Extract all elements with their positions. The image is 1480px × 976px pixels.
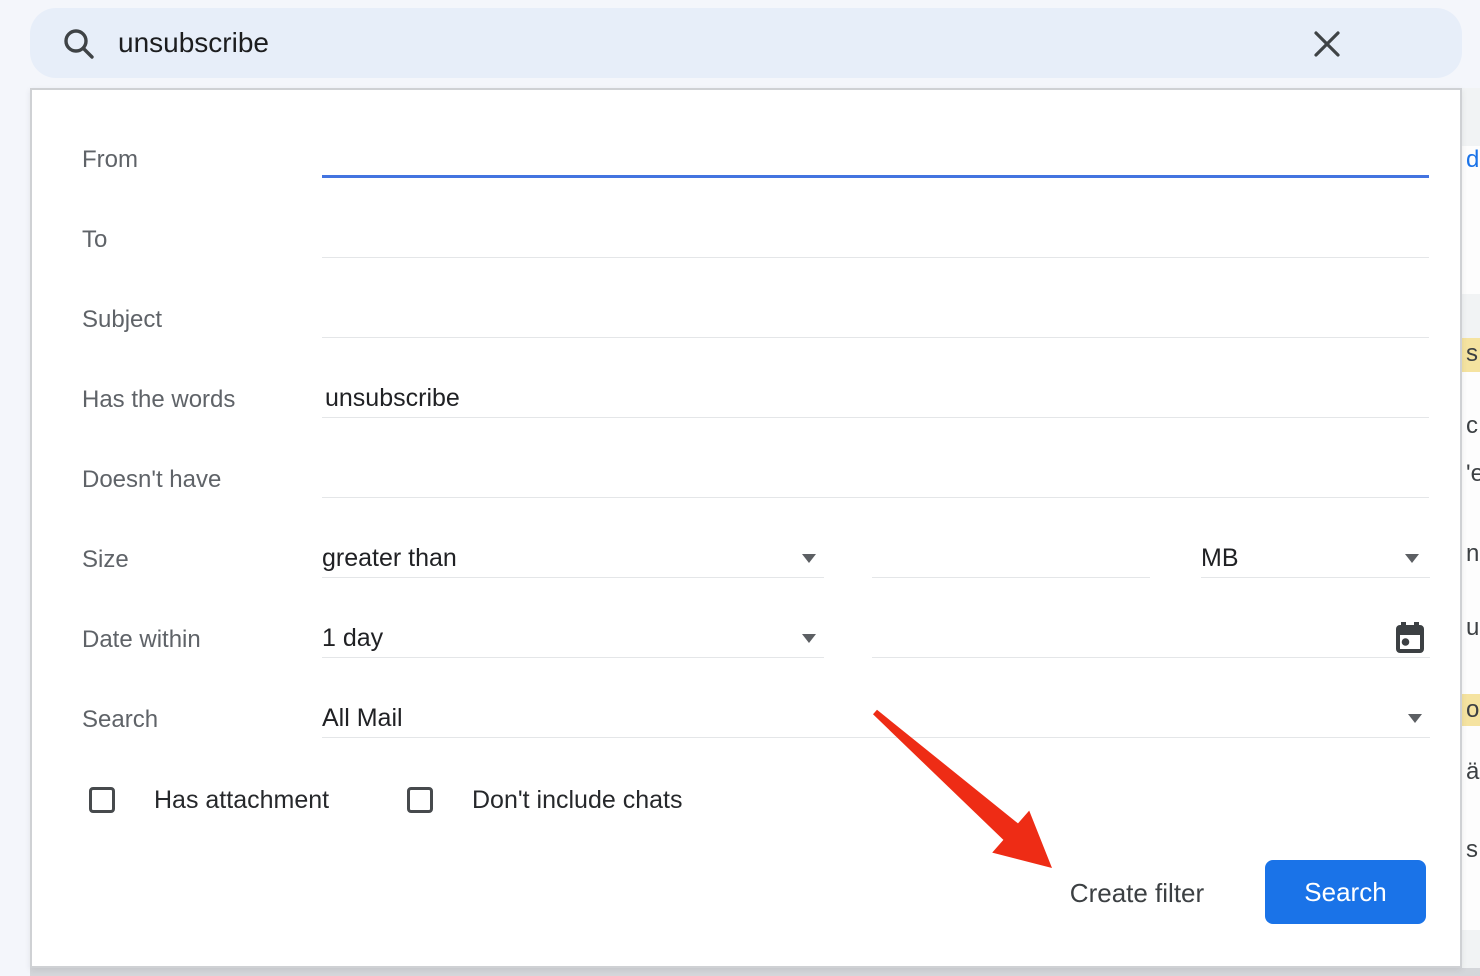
chevron-down-icon[interactable]	[1408, 714, 1422, 723]
backdrop-text-fragment: c	[1466, 412, 1478, 440]
has-attachment-label: Has attachment	[154, 785, 329, 815]
search-scope-label: Search	[82, 704, 158, 736]
background-bottom-strip	[30, 968, 1480, 976]
backdrop-text-fragment: u	[1466, 614, 1479, 642]
background-band	[1462, 930, 1480, 968]
date-input[interactable]	[872, 620, 1430, 658]
backdrop-text-fragment: ä	[1466, 758, 1479, 786]
backdrop-text-fragment: n	[1466, 540, 1479, 568]
to-label: To	[82, 224, 107, 256]
search-scope-select[interactable]: All Mail	[322, 700, 1430, 738]
backdrop-text-fragment: d	[1466, 146, 1479, 174]
background-band	[1462, 88, 1480, 146]
size-label: Size	[82, 544, 129, 576]
search-filter-panel: From To Subject Has the words unsubscrib…	[30, 88, 1462, 968]
backdrop-text-fragment: o	[1466, 696, 1479, 724]
background-email-list: d s c 'e n u o ä s	[1462, 88, 1480, 968]
gmail-advanced-search: d s c 'e n u o ä s unsubscribe From To S…	[0, 0, 1480, 976]
chevron-down-icon[interactable]	[802, 634, 816, 643]
subject-label: Subject	[82, 304, 162, 336]
search-icon[interactable]	[62, 27, 96, 61]
chevron-down-icon[interactable]	[1405, 554, 1419, 563]
backdrop-text-fragment: 'e	[1466, 460, 1480, 488]
doesnt-have-label: Doesn't have	[82, 464, 221, 496]
from-label: From	[82, 144, 138, 176]
size-amount-input[interactable]	[872, 540, 1150, 578]
size-unit-select[interactable]: MB	[1201, 540, 1430, 578]
calendar-icon[interactable]	[1394, 622, 1426, 656]
doesnt-have-input[interactable]	[322, 460, 1429, 498]
backdrop-text-fragment: s	[1466, 836, 1478, 864]
backdrop-text-fragment: s	[1466, 340, 1478, 368]
search-input[interactable]: unsubscribe	[118, 8, 269, 78]
size-comparator-select[interactable]: greater than	[322, 540, 824, 578]
dont-include-chats-checkbox[interactable]	[407, 787, 433, 813]
to-input[interactable]	[322, 220, 1429, 258]
close-icon[interactable]	[1312, 29, 1342, 59]
has-words-label: Has the words	[82, 384, 235, 416]
dont-include-chats-label: Don't include chats	[472, 785, 682, 815]
chevron-down-icon[interactable]	[802, 554, 816, 563]
create-filter-button[interactable]: Create filter	[1032, 876, 1242, 910]
background-band	[1462, 294, 1480, 338]
date-within-label: Date within	[82, 624, 201, 656]
search-bar[interactable]: unsubscribe	[30, 8, 1462, 78]
date-range-select[interactable]: 1 day	[322, 620, 824, 658]
has-attachment-checkbox[interactable]	[89, 787, 115, 813]
subject-input[interactable]	[322, 300, 1429, 338]
search-button[interactable]: Search	[1265, 860, 1426, 924]
has-words-input[interactable]: unsubscribe	[322, 380, 1429, 418]
from-input[interactable]	[322, 140, 1429, 178]
